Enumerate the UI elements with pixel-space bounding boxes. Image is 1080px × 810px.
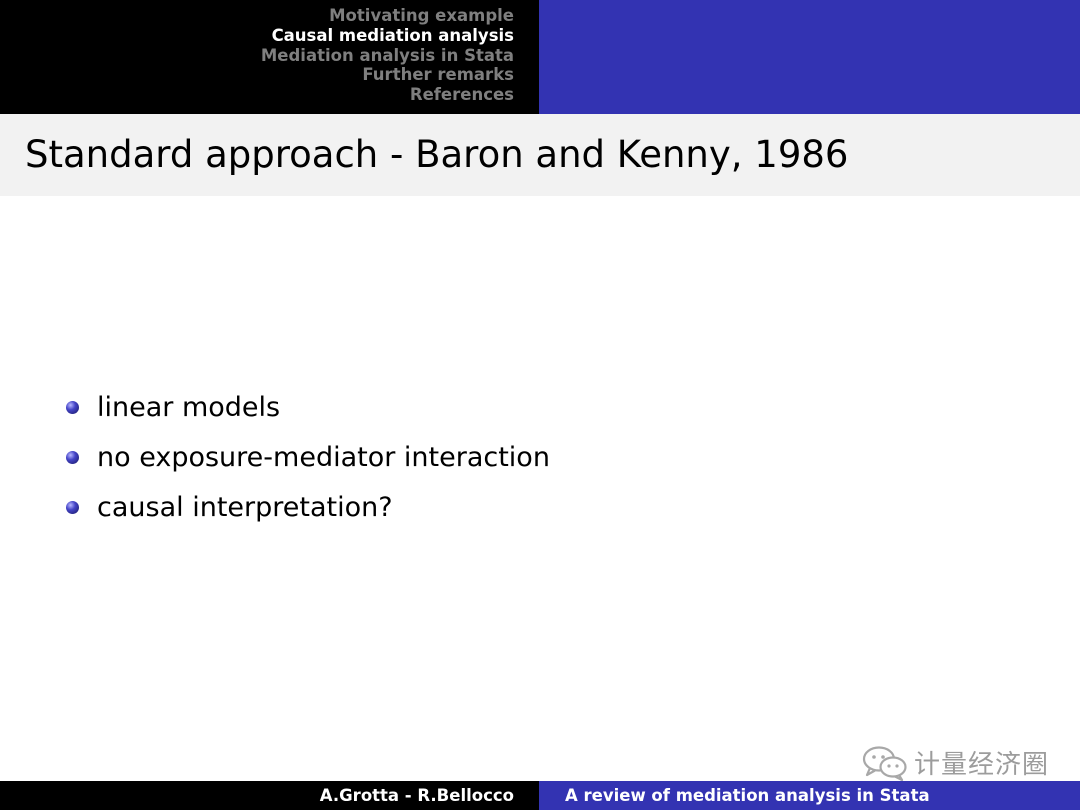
watermark-text: 计量经济圈 [914, 750, 1050, 780]
slide-header: Motivating example Causal mediation anal… [0, 0, 1080, 114]
nav-item-motivating-example[interactable]: Motivating example [261, 6, 514, 26]
slide-footer: A.Grotta - R.Bellocco A review of mediat… [0, 781, 1080, 810]
bullet-list: linear models no exposure-mediator inter… [66, 382, 550, 532]
title-bar: Standard approach - Baron and Kenny, 198… [0, 114, 1080, 196]
footer-right-panel: A review of mediation analysis in Stata [539, 781, 1080, 810]
watermark: 计量经济圈 [862, 744, 1049, 781]
wechat-icon [862, 745, 907, 781]
nav-item-further-remarks[interactable]: Further remarks [261, 65, 514, 85]
bullet-item: linear models [66, 382, 550, 432]
nav-item-mediation-analysis-in-stata[interactable]: Mediation analysis in Stata [261, 46, 514, 66]
bullet-ball-icon [66, 500, 79, 514]
nav-item-causal-mediation-analysis[interactable]: Causal mediation analysis [261, 26, 514, 46]
bullet-item: no exposure-mediator interaction [66, 432, 550, 482]
section-navigation: Motivating example Causal mediation anal… [261, 6, 514, 105]
footer-authors: A.Grotta - R.Bellocco [319, 786, 514, 805]
slide-title: Standard approach - Baron and Kenny, 198… [25, 133, 849, 176]
footer-left-panel: A.Grotta - R.Bellocco [0, 781, 539, 810]
footer-talk-title: A review of mediation analysis in Stata [565, 786, 930, 805]
bullet-text: no exposure-mediator interaction [97, 441, 550, 473]
bullet-text: causal interpretation? [97, 491, 393, 523]
header-left-panel: Motivating example Causal mediation anal… [0, 0, 539, 114]
bullet-ball-icon [66, 400, 79, 414]
header-right-panel [539, 0, 1080, 114]
bullet-item: causal interpretation? [66, 482, 550, 532]
bullet-ball-icon [66, 450, 79, 464]
bullet-text: linear models [97, 391, 281, 423]
nav-item-references[interactable]: References [261, 85, 514, 105]
